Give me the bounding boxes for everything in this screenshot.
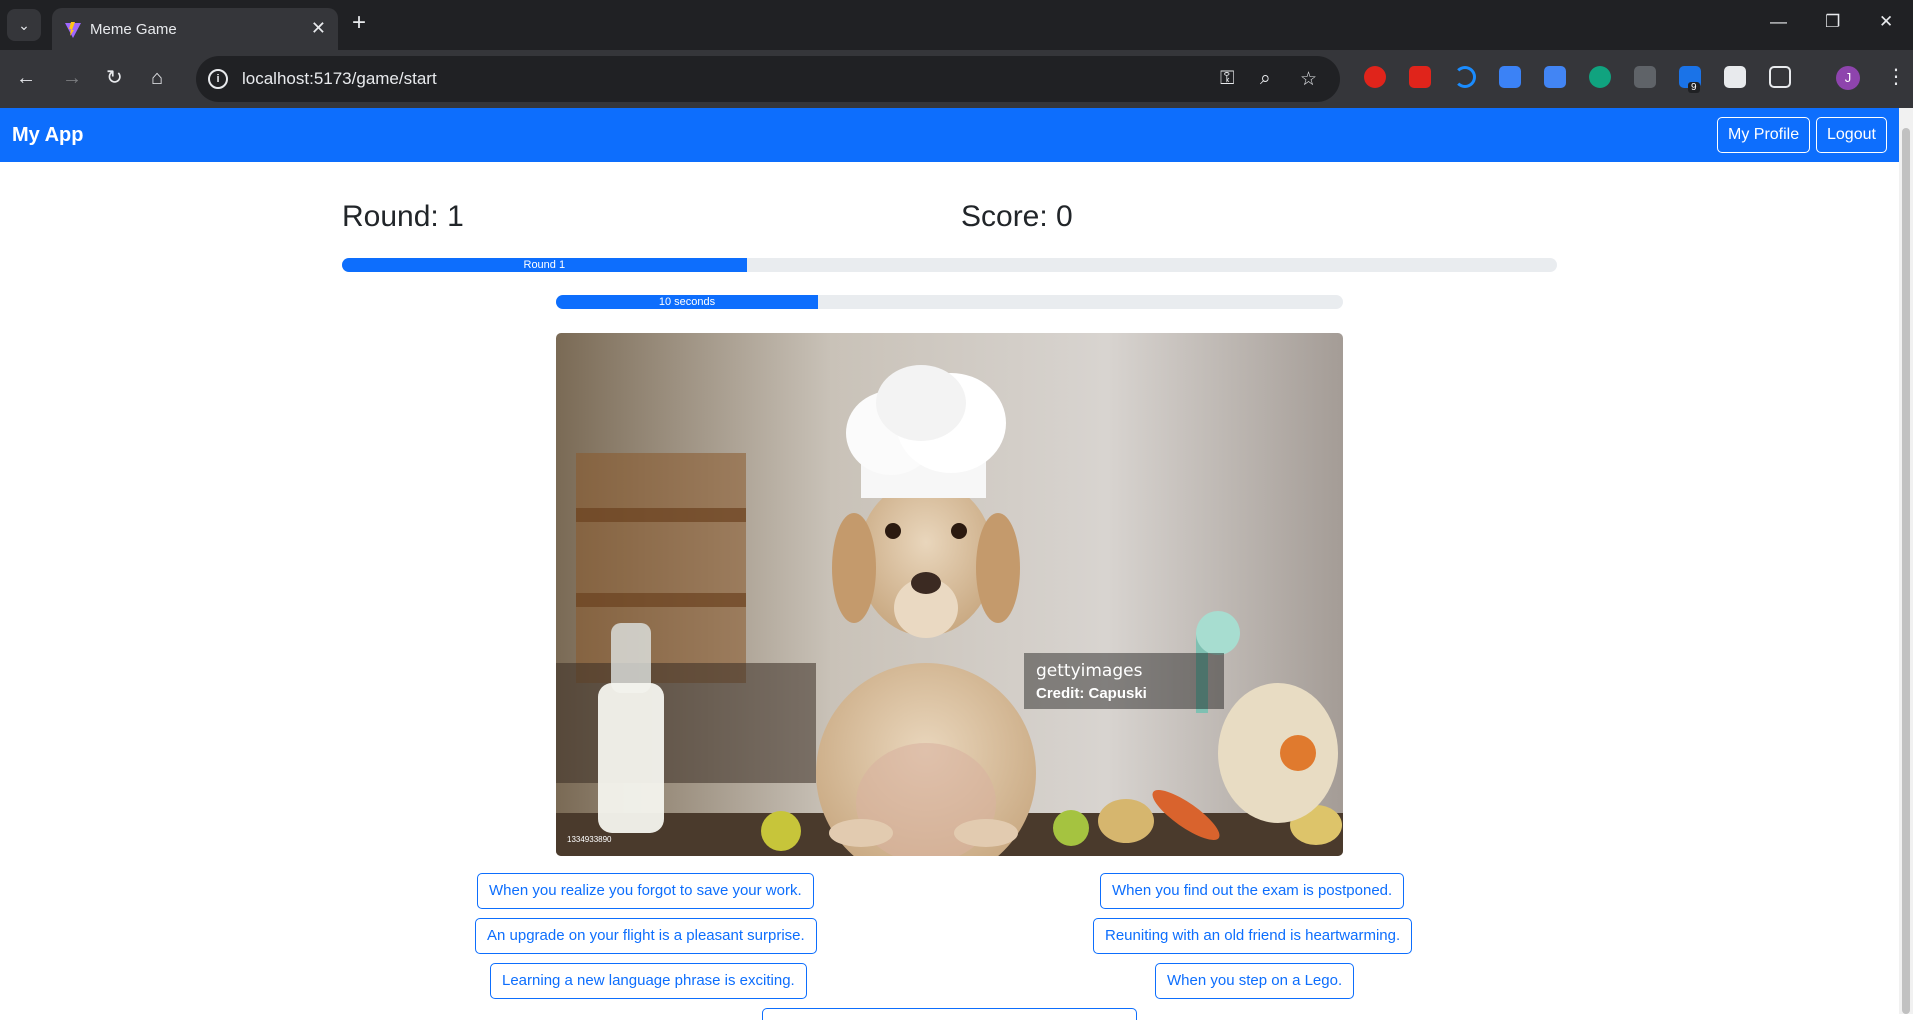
round-progress: Round 1 [342, 258, 1557, 272]
browser-toolbar: ← → ↻ ⌂ i localhost:5173/game/start ⚿ ⌕ … [0, 50, 1913, 108]
profile-avatar[interactable]: J [1836, 66, 1860, 90]
getty-watermark: gettyimages [1036, 661, 1143, 681]
bookmark-star-icon[interactable]: ☆ [1300, 68, 1317, 91]
my-profile-button[interactable]: My Profile [1717, 117, 1811, 153]
meme-image: gettyimages Credit: Capuski 1334933890 [556, 333, 1343, 856]
tab-close-icon[interactable]: ✕ [311, 18, 326, 39]
caption-option-2[interactable]: When you find out the exam is postponed. [1100, 873, 1405, 909]
scrollbar-thumb[interactable] [1902, 128, 1910, 1014]
url-text[interactable]: localhost:5173/game/start [242, 69, 437, 89]
meme-illustration [556, 333, 1343, 856]
extension-robot-icon[interactable] [1634, 66, 1656, 88]
caption-option-6[interactable]: When you step on a Lego. [1155, 963, 1355, 999]
round-progress-bar: Round 1 [342, 258, 747, 272]
site-info-icon[interactable]: i [208, 69, 228, 89]
reload-icon[interactable]: ↻ [106, 66, 123, 90]
score-heading: Score: 0 [961, 200, 1073, 233]
round-heading: Round: 1 [342, 200, 464, 233]
timer-progress-bar: 10 seconds [556, 295, 819, 309]
home-icon[interactable]: ⌂ [151, 66, 163, 90]
extension-book-icon[interactable] [1724, 66, 1746, 88]
extension-hand-icon[interactable] [1364, 66, 1386, 88]
caption-option-5[interactable]: Learning a new language phrase is exciti… [490, 963, 807, 999]
image-id: 1334933890 [567, 835, 612, 844]
restore-icon[interactable]: ❐ [1825, 12, 1840, 32]
extension-badge: 9 [1688, 82, 1700, 93]
browser-tab[interactable]: Meme Game ✕ [52, 8, 338, 50]
app-navbar: My App My Profile Logout [0, 108, 1899, 162]
new-tab-icon[interactable]: + [352, 11, 366, 35]
extension-translate-icon[interactable] [1544, 66, 1566, 88]
browser-tabstrip: ⌄ Meme Game ✕ + — ❐ ✕ [0, 0, 1913, 50]
minimize-icon[interactable]: — [1770, 12, 1787, 32]
getty-credit: Credit: Capuski [1036, 685, 1147, 702]
vite-favicon-icon [65, 22, 81, 38]
tab-title: Meme Game [90, 21, 177, 38]
extension-youtube-icon[interactable] [1409, 66, 1431, 88]
extension-chatgpt-icon[interactable] [1589, 66, 1611, 88]
caption-option-7-partial[interactable] [762, 1008, 1137, 1020]
extensions-puzzle-icon[interactable] [1769, 66, 1791, 88]
tab-search-button[interactable]: ⌄ [7, 9, 41, 41]
address-bar[interactable]: i localhost:5173/game/start ⚿ ⌕ ☆ [196, 56, 1340, 102]
caption-option-3[interactable]: An upgrade on your flight is a pleasant … [475, 918, 817, 954]
window-close-icon[interactable]: ✕ [1879, 12, 1893, 32]
extension-wave-icon[interactable] [1454, 66, 1476, 88]
zoom-icon[interactable]: ⌕ [1260, 68, 1271, 90]
password-key-icon[interactable]: ⚿ [1220, 68, 1234, 90]
app-brand[interactable]: My App [12, 124, 83, 147]
extension-screen-icon[interactable] [1499, 66, 1521, 88]
forward-icon[interactable]: → [62, 66, 82, 90]
caption-option-4[interactable]: Reuniting with an old friend is heartwar… [1093, 918, 1413, 954]
caption-option-1[interactable]: When you realize you forgot to save your… [477, 873, 814, 909]
timer-progress: 10 seconds [556, 295, 1343, 309]
browser-menu-icon[interactable]: ⋮ [1886, 64, 1906, 89]
back-icon[interactable]: ← [16, 66, 36, 90]
logout-button[interactable]: Logout [1816, 117, 1887, 153]
